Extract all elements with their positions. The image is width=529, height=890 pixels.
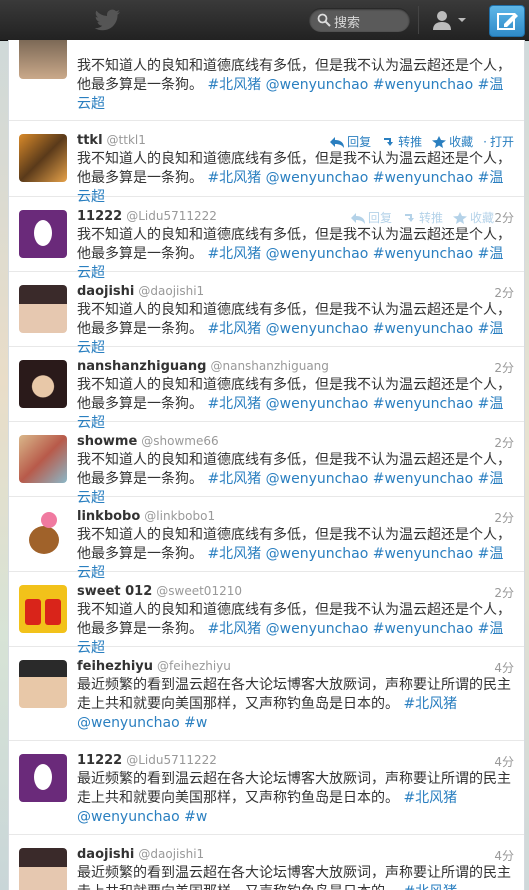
search-placeholder: 搜索	[334, 16, 361, 31]
monkey-icon	[29, 526, 59, 554]
avatar[interactable]	[19, 360, 67, 408]
tweet-stream: 我不知道人的良知和道德底线有多低，但是我不认为温云超还是个人，他最多算是一条狗。…	[8, 40, 525, 890]
tweet-time[interactable]: 2分	[494, 434, 514, 451]
twitter-bird-icon[interactable]	[94, 8, 122, 32]
user-name[interactable]: sweet 012 @sweet01210	[77, 584, 242, 599]
avatar[interactable]	[19, 285, 67, 333]
user-name[interactable]: 11222 @Lidu5711222	[77, 753, 217, 768]
figure-icon	[25, 599, 41, 625]
tweet-text: 我不知道人的良知和道德底线有多低，但是我不认为温云超还是个人，他最多算是一条狗。…	[77, 58, 511, 112]
tweet-item[interactable]: nanshanzhiguang @nanshanzhiguang 2分 我不知道人…	[9, 346, 524, 431]
star-icon	[432, 135, 447, 148]
tweet-item[interactable]: linkbobo @linkbobo1 2分 我不知道人的良知和道德底线有多低，但…	[9, 496, 524, 581]
avatar[interactable]	[19, 435, 67, 483]
tweet-item[interactable]: 11222 @Lidu5711222 4分 最近频繁的看到温云超在各大论坛博客大放…	[9, 740, 524, 835]
tweet-item[interactable]: daojishi @daojishi1 4分 最近频繁的看到温云超在各大论坛博客大…	[9, 834, 524, 890]
user-name[interactable]: feihezhiyu @feihezhiyu	[77, 659, 231, 674]
tweet-item[interactable]: daojishi @daojishi1 2分 我不知道人的良知和道德底线有多低，但…	[9, 271, 524, 356]
balloon-icon	[41, 512, 57, 528]
tweet-item[interactable]: sweet 012 @sweet01210 2分 我不知道人的良知和道德底线有多低…	[9, 571, 524, 656]
figure-icon	[45, 599, 61, 625]
egg-icon	[34, 220, 52, 246]
egg-icon	[34, 764, 52, 790]
avatar[interactable]	[19, 510, 67, 558]
reply-icon	[330, 136, 345, 148]
reply-icon	[350, 212, 365, 224]
star-icon	[452, 211, 467, 224]
compose-button[interactable]	[489, 5, 525, 37]
favorite-button[interactable]: 收藏	[432, 133, 473, 150]
user-name[interactable]: showme @showme66	[77, 434, 219, 449]
tweet-item[interactable]: feihezhiyu @feihezhiyu 4分 最近频繁的看到温云超在各大论坛…	[9, 646, 524, 741]
user-name[interactable]: linkbobo @linkbobo1	[77, 509, 215, 524]
favorite-button[interactable]: 收藏	[452, 209, 494, 226]
background-left	[0, 40, 8, 890]
avatar[interactable]	[19, 40, 67, 79]
avatar[interactable]	[19, 210, 67, 258]
tweet-time[interactable]: 4分	[494, 659, 514, 676]
tweet-time[interactable]: 2分	[494, 209, 514, 226]
user-name[interactable]: daojishi @daojishi1	[77, 284, 204, 299]
tweet-item[interactable]: ttkl @ttkl1 回复 转推 收藏 · 打开 我不知道人的良知和道德底线有多…	[9, 120, 524, 205]
tweet-actions: 回复 转推 收藏	[350, 209, 494, 226]
user-name[interactable]: ttkl @ttkl1	[77, 133, 146, 148]
retweet-button[interactable]: 转推	[381, 133, 422, 150]
tweet-time[interactable]: 4分	[494, 847, 514, 864]
avatar[interactable]	[19, 134, 67, 182]
tweet-actions: 回复 转推 收藏 · 打开	[330, 133, 514, 150]
top-bar: 搜索	[0, 0, 529, 41]
user-name[interactable]: nanshanzhiguang @nanshanzhiguang	[77, 359, 329, 374]
reply-button[interactable]: 回复	[350, 209, 392, 226]
reply-button[interactable]: 回复	[330, 133, 371, 150]
topbar-divider	[418, 6, 419, 34]
tweet-time[interactable]: 2分	[494, 509, 514, 526]
open-button[interactable]: · 打开	[483, 133, 514, 150]
tweet-time[interactable]: 2分	[494, 359, 514, 376]
tweet-text: 最近频繁的看到温云超在各大论坛博客大放厥词，声称要让所谓的民主走上共和就要向美国…	[77, 865, 511, 890]
retweet-icon	[382, 136, 394, 146]
tweet-text: 最近频繁的看到温云超在各大论坛博客大放厥词，声称要让所谓的民主走上共和就要向美国…	[77, 771, 511, 825]
retweet-button[interactable]: 转推	[402, 209, 443, 226]
avatar[interactable]	[19, 754, 67, 802]
tweet-item[interactable]: showme @showme66 2分 我不知道人的良知和道德底线有多低，但是我不…	[9, 421, 524, 506]
tweet-item[interactable]: 11222 @Lidu5711222 回复 转推 收藏 2分 我不知道人的良知和道…	[9, 196, 524, 281]
retweet-icon	[404, 213, 414, 222]
tweet-text: 最近频繁的看到温云超在各大论坛博客大放厥词，声称要让所谓的民主走上共和就要向美国…	[77, 677, 511, 731]
tweet-time[interactable]: 4分	[494, 753, 514, 770]
tweet-time[interactable]: 2分	[494, 584, 514, 601]
tweet-time[interactable]: 2分	[494, 284, 514, 301]
avatar[interactable]	[19, 585, 67, 633]
user-menu-icon[interactable]	[430, 8, 470, 32]
compose-icon	[497, 13, 518, 30]
user-name[interactable]: 11222 @Lidu5711222	[77, 209, 217, 224]
avatar[interactable]	[19, 660, 67, 708]
search-box[interactable]: 搜索	[309, 8, 410, 32]
search-icon	[317, 13, 331, 27]
user-name[interactable]: daojishi @daojishi1	[77, 847, 204, 862]
avatar[interactable]	[19, 848, 67, 890]
tweet-item[interactable]: 我不知道人的良知和道德底线有多低，但是我不认为温云超还是个人，他最多算是一条狗。…	[9, 40, 524, 121]
